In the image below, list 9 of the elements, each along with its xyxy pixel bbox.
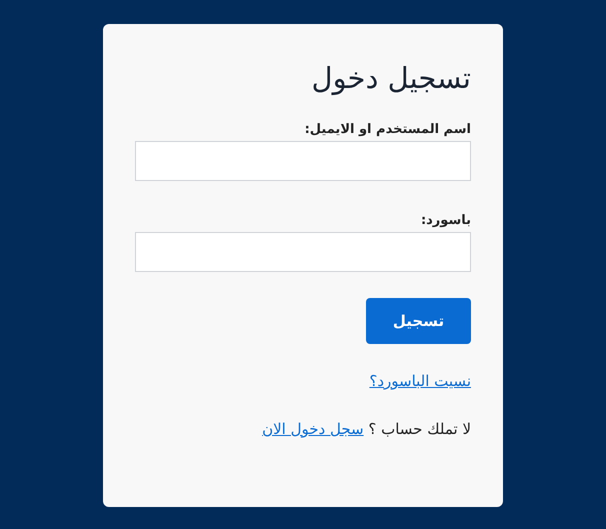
input-field[interactable] — [135, 141, 471, 181]
input-field[interactable] — [135, 232, 471, 272]
field-label: باسورد: — [420, 213, 471, 228]
submit-button[interactable]: تسجيل — [366, 298, 471, 344]
field-label: اسم المستخدم او الايميل: — [304, 122, 471, 137]
form-title: تسجيل دخول — [310, 60, 471, 98]
signup-prompt: لا تملك حساب ؟ — [368, 420, 471, 438]
signup-link[interactable]: سجل دخول الان — [262, 420, 364, 438]
forgot-password-link[interactable]: نسيت الباسورد؟ — [369, 372, 471, 390]
